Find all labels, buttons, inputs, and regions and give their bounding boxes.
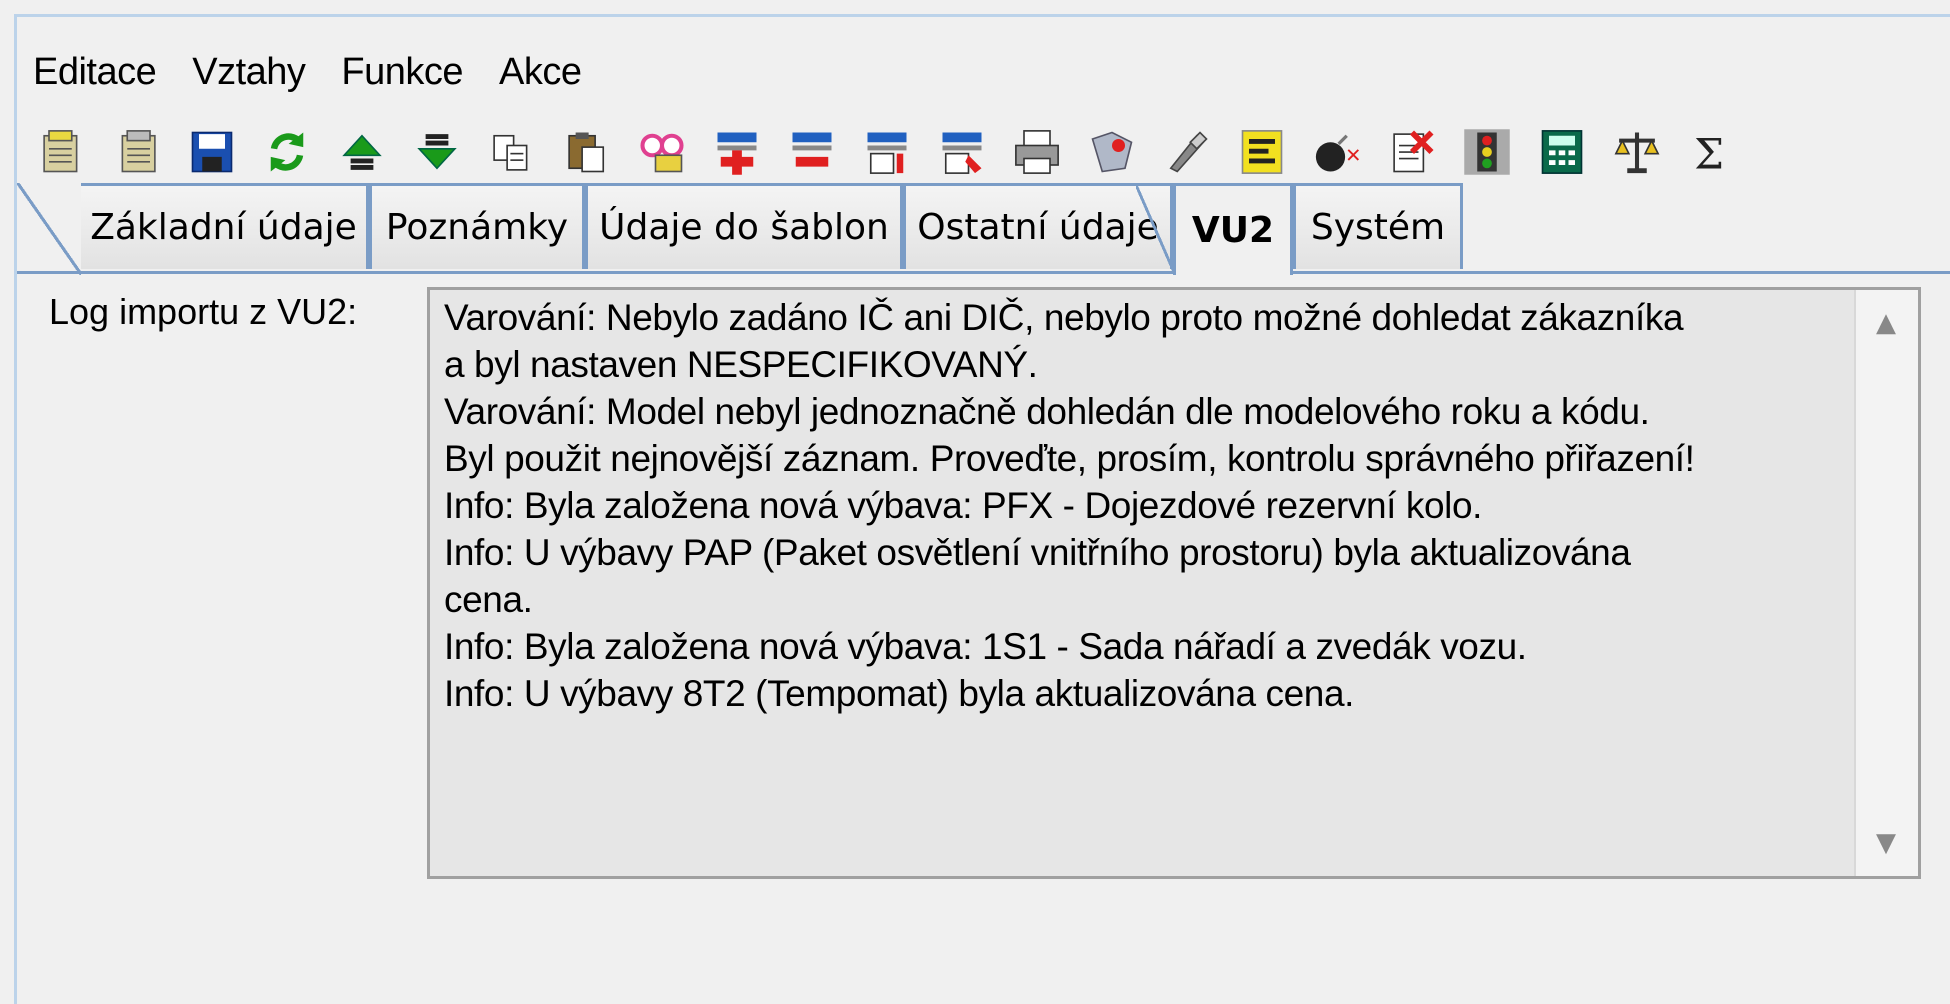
sum-icon[interactable]: Σ bbox=[1685, 125, 1739, 179]
log-line: Info: Byla založena nová výbava: 1S1 - S… bbox=[444, 626, 1527, 667]
note-icon[interactable] bbox=[1235, 125, 1289, 179]
vertical-scrollbar[interactable]: ▲ ▼ bbox=[1854, 290, 1918, 876]
glasses-icon[interactable] bbox=[635, 125, 689, 179]
log-line: Varování: Model nebyl jednoznačně dohled… bbox=[444, 391, 1650, 432]
log-line: a byl nastaven NESPECIFIKOVANÝ. bbox=[444, 344, 1038, 385]
edit-row-icon[interactable] bbox=[935, 125, 989, 179]
menu-bar: Editace Vztahy Funkce Akce bbox=[33, 37, 618, 107]
application-window: Editace Vztahy Funkce Akce ✕ Σ Základní … bbox=[14, 14, 1950, 1004]
delete-document-icon[interactable] bbox=[1385, 125, 1439, 179]
remove-row-icon[interactable] bbox=[785, 125, 839, 179]
tab-vu2[interactable]: VU2 bbox=[1136, 183, 1293, 275]
move-up-icon[interactable] bbox=[335, 125, 389, 179]
pin-icon[interactable] bbox=[1160, 125, 1214, 179]
log-text: Varování: Nebylo zadáno IČ ani DIČ, neby… bbox=[444, 294, 1844, 717]
log-line: Info: U výbavy 8T2 (Tempomat) byla aktua… bbox=[444, 673, 1355, 714]
insert-row-icon[interactable] bbox=[860, 125, 914, 179]
menu-vztahy[interactable]: Vztahy bbox=[192, 51, 306, 94]
menu-akce[interactable]: Akce bbox=[499, 51, 582, 94]
scroll-down-icon[interactable]: ▼ bbox=[1876, 828, 1896, 858]
toolbar: ✕ Σ bbox=[35, 117, 1760, 187]
bomb-icon[interactable]: ✕ bbox=[1310, 125, 1364, 179]
traffic-light-icon[interactable] bbox=[1460, 125, 1514, 179]
print-icon[interactable] bbox=[1010, 125, 1064, 179]
tab-strip: Základní údaje Poznámky Údaje do šablon … bbox=[17, 183, 1950, 275]
log-textarea[interactable]: Varování: Nebylo zadáno IČ ani DIČ, neby… bbox=[427, 287, 1921, 879]
log-line: Info: Byla založena nová výbava: PFX - D… bbox=[444, 485, 1483, 526]
log-line: Byl použit nejnovější záznam. Proveďte, … bbox=[444, 438, 1695, 479]
svg-text:Σ: Σ bbox=[1694, 129, 1724, 178]
scales-icon[interactable] bbox=[1610, 125, 1664, 179]
map-icon[interactable] bbox=[1085, 125, 1139, 179]
scroll-up-icon[interactable]: ▲ bbox=[1876, 308, 1896, 338]
copy-icon[interactable] bbox=[485, 125, 539, 179]
new-record-icon[interactable] bbox=[35, 125, 89, 179]
tab-strip-baseline bbox=[17, 271, 1950, 274]
tab-poznamky[interactable]: Poznámky bbox=[369, 183, 585, 269]
tab-ostatni-udaje[interactable]: Ostatní údaje bbox=[903, 183, 1173, 269]
menu-funkce[interactable]: Funkce bbox=[341, 51, 463, 94]
paste-icon[interactable] bbox=[560, 125, 614, 179]
move-down-icon[interactable] bbox=[410, 125, 464, 179]
calculator-icon[interactable] bbox=[1535, 125, 1589, 179]
log-line: Varování: Nebylo zadáno IČ ani DIČ, neby… bbox=[444, 297, 1684, 338]
copy-record-icon[interactable] bbox=[110, 125, 164, 179]
log-line: Info: U výbavy PAP (Paket osvětlení vnit… bbox=[444, 532, 1631, 573]
refresh-icon[interactable] bbox=[260, 125, 314, 179]
save-icon[interactable] bbox=[185, 125, 239, 179]
svg-text:✕: ✕ bbox=[1345, 144, 1361, 167]
log-label: Log importu z VU2: bbox=[49, 291, 358, 332]
log-line: cena. bbox=[444, 579, 533, 620]
tab-system[interactable]: Systém bbox=[1293, 183, 1463, 269]
tab-zakladni-udaje[interactable]: Základní údaje bbox=[17, 183, 369, 275]
tab-udaje-do-sablon[interactable]: Údaje do šablon bbox=[585, 183, 903, 269]
menu-editace[interactable]: Editace bbox=[33, 51, 157, 94]
add-row-icon[interactable] bbox=[710, 125, 764, 179]
